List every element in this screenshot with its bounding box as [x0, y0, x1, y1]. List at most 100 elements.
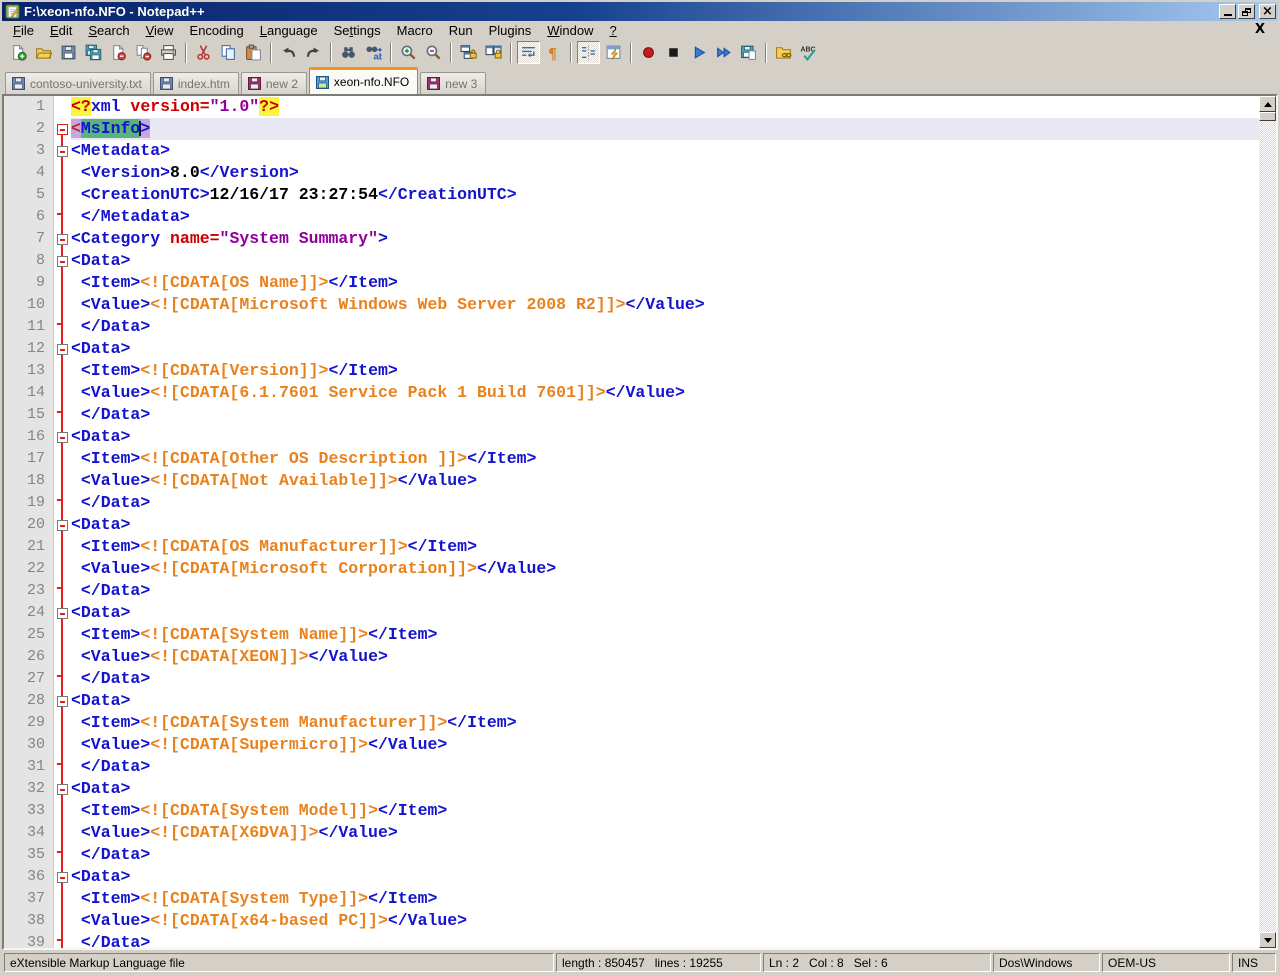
menu-close-button[interactable]: X: [1252, 22, 1268, 37]
redo-button[interactable]: [302, 41, 325, 64]
minimize-button[interactable]: [1219, 4, 1236, 19]
menu-help[interactable]: ?: [601, 22, 624, 39]
sync-horizontal-scroll-button[interactable]: [482, 41, 505, 64]
fold-toggle-icon[interactable]: [54, 602, 71, 624]
code-line-30[interactable]: 30 <Value><![CDATA[Supermicro]]></Value>: [4, 734, 1259, 756]
code-line-16[interactable]: 16 <Data>: [4, 426, 1259, 448]
fold-toggle-icon[interactable]: [54, 338, 71, 360]
code-line-6[interactable]: 6 </Metadata>: [4, 206, 1259, 228]
code-line-26[interactable]: 26 <Value><![CDATA[XEON]]></Value>: [4, 646, 1259, 668]
show-all-characters-button[interactable]: ¶: [542, 41, 565, 64]
sync-vertical-scroll-button[interactable]: [457, 41, 480, 64]
fold-toggle-icon[interactable]: [54, 866, 71, 888]
code-line-38[interactable]: 38 <Value><![CDATA[x64-based PC]]></Valu…: [4, 910, 1259, 932]
menu-settings[interactable]: Settings: [326, 22, 389, 39]
new-file-button[interactable]: [7, 41, 30, 64]
code-line-1[interactable]: 1 <?xml version="1.0"?>: [4, 96, 1259, 118]
save-all-button[interactable]: [82, 41, 105, 64]
code-line-11[interactable]: 11 </Data>: [4, 316, 1259, 338]
fold-toggle-icon[interactable]: [54, 118, 71, 140]
tab-new-3[interactable]: new 3: [420, 72, 487, 94]
close-all-button[interactable]: [132, 41, 155, 64]
fold-toggle-icon[interactable]: [54, 250, 71, 272]
code-line-20[interactable]: 20 <Data>: [4, 514, 1259, 536]
tab-new-2[interactable]: new 2: [240, 72, 307, 94]
scroll-up-button[interactable]: [1259, 96, 1276, 112]
code-line-28[interactable]: 28 <Data>: [4, 690, 1259, 712]
copy-button[interactable]: [217, 41, 240, 64]
code-line-29[interactable]: 29 <Item><![CDATA[System Manufacturer]]>…: [4, 712, 1259, 734]
text-area[interactable]: 1 <?xml version="1.0"?> 2 <MsInfo> 3 <Metadat…: [4, 96, 1259, 948]
scrollbar-thumb[interactable]: [1259, 112, 1276, 121]
menu-view[interactable]: View: [138, 22, 182, 39]
code-line-32[interactable]: 32 <Data>: [4, 778, 1259, 800]
code-line-35[interactable]: 35 </Data>: [4, 844, 1259, 866]
fold-toggle-icon[interactable]: [54, 778, 71, 800]
code-line-4[interactable]: 4 <Version>8.0</Version>: [4, 162, 1259, 184]
close-button[interactable]: ×: [1259, 4, 1276, 19]
fold-toggle-icon[interactable]: [54, 514, 71, 536]
restore-button[interactable]: [1238, 4, 1255, 19]
zoom-in-button[interactable]: [397, 41, 420, 64]
fold-toggle-icon[interactable]: [54, 426, 71, 448]
vertical-scrollbar[interactable]: [1259, 96, 1276, 948]
code-line-39[interactable]: 39 </Data>: [4, 932, 1259, 948]
tab-xeon-nfo-nfo[interactable]: xeon-nfo.NFO: [308, 67, 419, 94]
menu-edit[interactable]: Edit: [42, 22, 80, 39]
menu-run[interactable]: Run: [441, 22, 481, 39]
code-line-15[interactable]: 15 </Data>: [4, 404, 1259, 426]
titlebar[interactable]: F:\xeon-nfo.NFO - Notepad++ ×: [2, 2, 1278, 21]
macro-save-button[interactable]: [737, 41, 760, 64]
replace-button[interactable]: ab: [362, 41, 385, 64]
menu-plugins[interactable]: Plugins: [481, 22, 540, 39]
code-line-37[interactable]: 37 <Item><![CDATA[System Type]]></Item>: [4, 888, 1259, 910]
scrollbar-track[interactable]: [1259, 121, 1276, 932]
menu-search[interactable]: Search: [80, 22, 137, 39]
menu-macro[interactable]: Macro: [389, 22, 441, 39]
menu-language[interactable]: Language: [252, 22, 326, 39]
tab-index-htm[interactable]: index.htm: [152, 72, 239, 94]
code-line-8[interactable]: 8 <Data>: [4, 250, 1259, 272]
code-line-3[interactable]: 3 <Metadata>: [4, 140, 1259, 162]
code-line-23[interactable]: 23 </Data>: [4, 580, 1259, 602]
find-button[interactable]: [337, 41, 360, 64]
scroll-down-button[interactable]: [1259, 932, 1276, 948]
tab-contoso-university-txt[interactable]: contoso-university.txt: [5, 72, 151, 94]
code-line-36[interactable]: 36 <Data>: [4, 866, 1259, 888]
open-file-button[interactable]: [32, 41, 55, 64]
code-line-12[interactable]: 12 <Data>: [4, 338, 1259, 360]
macro-play-button[interactable]: [687, 41, 710, 64]
code-line-31[interactable]: 31 </Data>: [4, 756, 1259, 778]
zoom-out-button[interactable]: [422, 41, 445, 64]
function-list-button[interactable]: [602, 41, 625, 64]
code-line-27[interactable]: 27 </Data>: [4, 668, 1259, 690]
code-line-19[interactable]: 19 </Data>: [4, 492, 1259, 514]
macro-stop-button[interactable]: [662, 41, 685, 64]
print-button[interactable]: [157, 41, 180, 64]
spell-check-button[interactable]: ABC: [797, 41, 820, 64]
code-line-24[interactable]: 24 <Data>: [4, 602, 1259, 624]
word-wrap-button[interactable]: [517, 41, 540, 64]
close-button[interactable]: [107, 41, 130, 64]
code-line-22[interactable]: 22 <Value><![CDATA[Microsoft Corporation…: [4, 558, 1259, 580]
code-line-2[interactable]: 2 <MsInfo>: [4, 118, 1259, 140]
code-line-21[interactable]: 21 <Item><![CDATA[OS Manufacturer]]></It…: [4, 536, 1259, 558]
show-indent-guide-button[interactable]: [577, 41, 600, 64]
undo-button[interactable]: [277, 41, 300, 64]
menu-window[interactable]: Window: [539, 22, 601, 39]
code-line-13[interactable]: 13 <Item><![CDATA[Version]]></Item>: [4, 360, 1259, 382]
open-containing-folder-button[interactable]: [772, 41, 795, 64]
code-line-34[interactable]: 34 <Value><![CDATA[X6DVA]]></Value>: [4, 822, 1259, 844]
code-line-33[interactable]: 33 <Item><![CDATA[System Model]]></Item>: [4, 800, 1259, 822]
menu-encoding[interactable]: Encoding: [182, 22, 252, 39]
macro-record-button[interactable]: [637, 41, 660, 64]
save-button[interactable]: [57, 41, 80, 64]
fold-toggle-icon[interactable]: [54, 228, 71, 250]
code-line-25[interactable]: 25 <Item><![CDATA[System Name]]></Item>: [4, 624, 1259, 646]
cut-button[interactable]: [192, 41, 215, 64]
code-line-17[interactable]: 17 <Item><![CDATA[Other OS Description ]…: [4, 448, 1259, 470]
menu-file[interactable]: File: [5, 22, 42, 39]
paste-button[interactable]: [242, 41, 265, 64]
code-line-9[interactable]: 9 <Item><![CDATA[OS Name]]></Item>: [4, 272, 1259, 294]
code-line-7[interactable]: 7 <Category name="System Summary">: [4, 228, 1259, 250]
